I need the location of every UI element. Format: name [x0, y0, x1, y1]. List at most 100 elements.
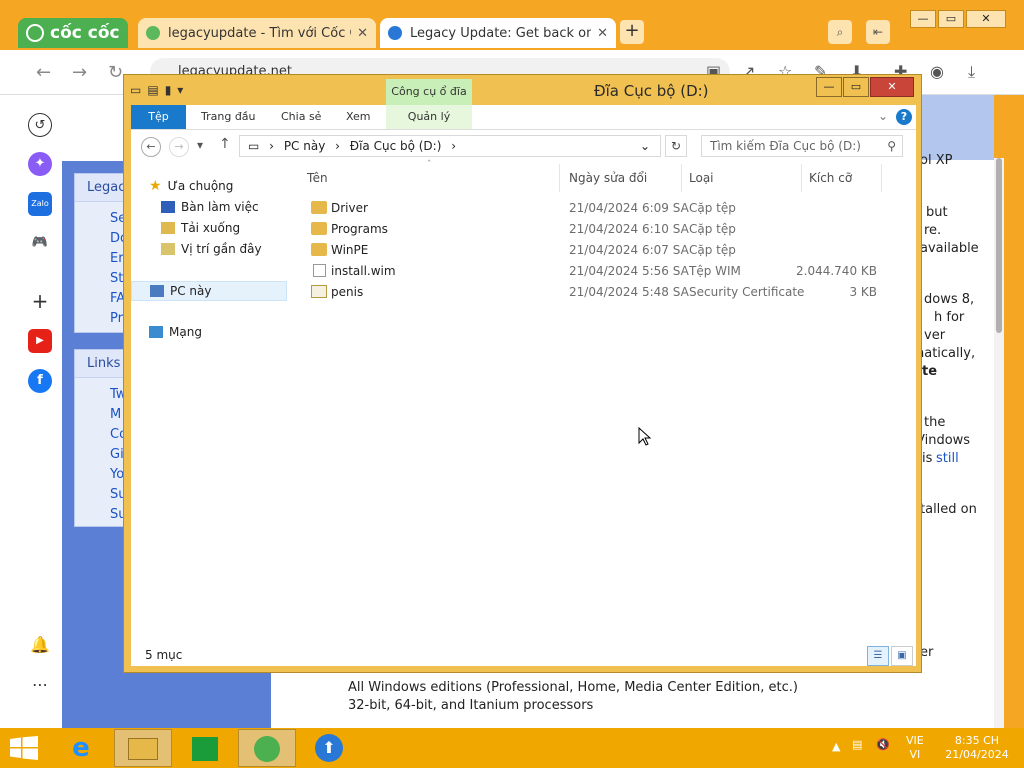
minimize-button[interactable]: —: [816, 77, 842, 97]
refresh-icon[interactable]: ↻: [665, 135, 687, 157]
column-divider[interactable]: [801, 164, 802, 192]
column-divider[interactable]: [681, 164, 682, 192]
taskbar-internet-explorer[interactable]: e: [52, 729, 110, 767]
properties-icon[interactable]: ▤: [147, 83, 158, 97]
file-date: 21/04/2024 6:07 SA: [569, 243, 689, 257]
maximize-button[interactable]: ▭: [843, 77, 869, 97]
facebook-icon[interactable]: f: [28, 369, 52, 393]
clock[interactable]: 8:35 CH 21/04/2024: [944, 734, 1010, 762]
nav-label: Vị trí gần đây: [181, 242, 262, 256]
add-app-icon[interactable]: +: [28, 289, 52, 313]
coccoc-brand[interactable]: cốc cốc: [18, 18, 128, 48]
qat-dropdown-icon[interactable]: ▾: [177, 83, 183, 97]
volume-muted-icon[interactable]: 🔇: [876, 738, 890, 752]
forward-icon[interactable]: →: [169, 137, 189, 157]
breadcrumb-item[interactable]: Đĩa Cục bộ (D:): [350, 139, 442, 153]
game-icon[interactable]: 🎮: [28, 231, 52, 255]
help-icon[interactable]: ?: [896, 109, 912, 125]
nav-item-favorites[interactable]: ★ Ưa chuộng: [149, 178, 233, 194]
body-text: natically,: [916, 346, 976, 361]
chevron-right-icon[interactable]: ›: [269, 139, 274, 153]
more-options-icon[interactable]: ⋯: [28, 673, 52, 697]
chevron-right-icon[interactable]: ›: [451, 139, 456, 153]
file-name: Driver: [331, 201, 368, 215]
menu-item[interactable]: Er: [110, 251, 124, 266]
tab-search-icon[interactable]: ⌕: [828, 20, 852, 44]
file-row[interactable]: Driver 21/04/2024 6:09 SA Cặp tệp: [301, 198, 911, 219]
new-tab-button[interactable]: +: [620, 20, 644, 44]
recent-locations-icon[interactable]: ▾: [197, 138, 203, 152]
file-row[interactable]: install.wim 21/04/2024 5:56 SA Tệp WIM 2…: [301, 261, 911, 282]
notification-bell-icon[interactable]: 🔔: [28, 633, 52, 657]
taskbar-store[interactable]: [176, 729, 234, 767]
breadcrumb[interactable]: ▭ › PC này › Đĩa Cục bộ (D:) › ⌄: [239, 135, 661, 157]
tab-legacy-update[interactable]: Legacy Update: Get back onl ✕: [380, 18, 616, 48]
body-text: er: [920, 645, 934, 660]
messenger-icon[interactable]: ✦: [28, 152, 52, 176]
maximize-button[interactable]: ▭: [938, 10, 964, 28]
close-tab-icon[interactable]: ✕: [357, 26, 368, 41]
close-button[interactable]: ✕: [966, 10, 1006, 28]
menu-item[interactable]: St: [110, 271, 123, 286]
scrollbar-thumb[interactable]: [996, 158, 1002, 333]
coccoc-logo-icon: [26, 24, 44, 42]
link-item[interactable]: M: [110, 407, 121, 422]
chevron-down-icon[interactable]: ⌄: [640, 136, 650, 156]
column-date[interactable]: Ngày sửa đổi: [569, 171, 647, 185]
sidebar-toggle-icon[interactable]: ⇤: [866, 20, 890, 44]
input-language[interactable]: VIE VI: [906, 734, 924, 762]
file-row[interactable]: Programs 21/04/2024 6:10 SA Cặp tệp: [301, 219, 911, 240]
file-row[interactable]: WinPE 21/04/2024 6:07 SA Cặp tệp: [301, 240, 911, 261]
chevron-right-icon[interactable]: ›: [335, 139, 340, 153]
column-divider[interactable]: [559, 164, 560, 192]
still-link[interactable]: still: [936, 451, 959, 466]
nav-item-downloads[interactable]: Tải xuống: [161, 221, 240, 235]
search-input[interactable]: Tìm kiếm Đĩa Cục bộ (D:) ⚲: [701, 135, 903, 157]
forward-icon[interactable]: →: [72, 62, 87, 83]
windows-start-icon[interactable]: [10, 736, 38, 760]
tab-file[interactable]: Tệp: [131, 105, 186, 129]
column-divider[interactable]: [881, 164, 882, 192]
details-view-button[interactable]: ☰: [867, 646, 889, 666]
back-icon[interactable]: ←: [141, 137, 161, 157]
tab-home[interactable]: Trang đầu: [201, 105, 256, 129]
profile-icon[interactable]: ◉: [930, 62, 944, 81]
network-tray-icon[interactable]: ▤: [852, 738, 862, 752]
taskbar-legacy-update[interactable]: ⬆: [300, 729, 358, 767]
minimize-button[interactable]: —: [910, 10, 936, 28]
nav-item-recent[interactable]: Vị trí gần đây: [161, 242, 262, 256]
nav-item-network[interactable]: Mạng: [149, 325, 202, 339]
breadcrumb-item[interactable]: PC này: [284, 139, 326, 153]
history-icon[interactable]: ↺: [28, 113, 52, 137]
file-row[interactable]: penis 21/04/2024 5:48 SA Security Certif…: [301, 282, 911, 303]
taskbar-file-explorer[interactable]: [114, 729, 172, 767]
show-hidden-icons-icon[interactable]: ▲: [832, 740, 840, 754]
ribbon-expand-icon[interactable]: ⌄: [878, 109, 888, 123]
zalo-icon[interactable]: Zalo: [28, 192, 52, 216]
page-scrollbar[interactable]: [994, 158, 1004, 728]
tab-view[interactable]: Xem: [346, 105, 371, 129]
back-icon[interactable]: ←: [36, 62, 51, 83]
tab-manage[interactable]: Quản lý: [386, 105, 472, 129]
download-tray-icon[interactable]: ⤓: [968, 62, 975, 82]
close-tab-icon[interactable]: ✕: [597, 26, 608, 41]
explorer-titlebar[interactable]: ▭ ▤ ▮ ▾ Công cụ ổ đĩa Đĩa Cục bộ (D:) — …: [124, 75, 921, 105]
menu-item[interactable]: Pr: [110, 311, 123, 326]
link-item[interactable]: Gi: [110, 447, 124, 462]
column-size[interactable]: Kích cỡ: [809, 171, 852, 185]
up-icon[interactable]: ↑: [219, 136, 231, 152]
reload-icon[interactable]: ↻: [108, 62, 123, 83]
nav-item-desktop[interactable]: Bàn làm việc: [161, 200, 259, 214]
taskbar-coccoc[interactable]: [238, 729, 296, 767]
new-folder-icon[interactable]: ▮: [165, 83, 172, 97]
tab-share[interactable]: Chia sẻ: [281, 105, 321, 129]
large-icons-view-button[interactable]: ▣: [891, 646, 913, 666]
computer-icon: [150, 285, 164, 297]
youtube-icon[interactable]: ▶: [28, 329, 52, 353]
tab-search[interactable]: legacyupdate - Tìm với Cốc C ✕: [138, 18, 376, 48]
mouse-cursor-icon: [638, 427, 652, 446]
column-name[interactable]: Tên: [307, 171, 328, 185]
column-type[interactable]: Loại: [689, 171, 714, 185]
nav-item-this-pc[interactable]: PC này: [131, 281, 287, 301]
close-button[interactable]: ✕: [870, 77, 914, 97]
